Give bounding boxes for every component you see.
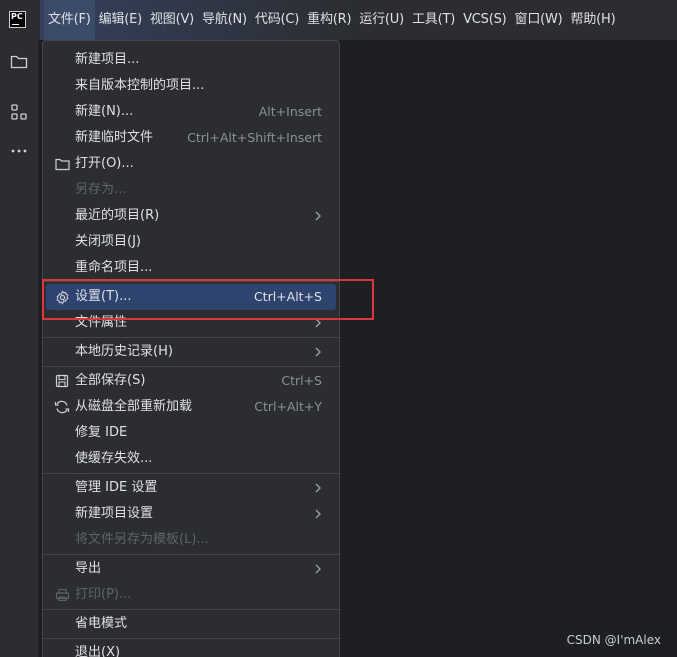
chevron-right-icon bbox=[315, 347, 321, 357]
menu-item-exit[interactable]: 退出(X) bbox=[46, 640, 336, 657]
menubar: PC 文件(F) 编辑(E) 视图(V) 导航(N) 代码(C) 重构(R) 运… bbox=[0, 0, 677, 40]
separator bbox=[43, 638, 339, 639]
menu-window[interactable]: 窗口(W) bbox=[511, 0, 567, 40]
chevron-right-icon bbox=[315, 509, 321, 519]
menu-run[interactable]: 运行(U) bbox=[355, 0, 408, 40]
menu-item-new-scratch-file[interactable]: 新建临时文件 Ctrl+Alt+Shift+Insert bbox=[46, 125, 336, 151]
separator bbox=[43, 609, 339, 610]
menu-item-open[interactable]: 打开(O)... bbox=[46, 151, 336, 177]
menu-navigate[interactable]: 导航(N) bbox=[198, 0, 251, 40]
menu-item-local-history[interactable]: 本地历史记录(H) bbox=[46, 339, 336, 365]
menu-item-export[interactable]: 导出 bbox=[46, 556, 336, 582]
save-icon bbox=[54, 373, 70, 389]
menu-item-print: 打印(P)... bbox=[46, 582, 336, 608]
file-menu-dropdown: 新建项目... 来自版本控制的项目... 新建(N)... Alt+Insert… bbox=[42, 40, 340, 657]
separator bbox=[43, 366, 339, 367]
chevron-right-icon bbox=[315, 211, 321, 221]
menu-vcs[interactable]: VCS(S) bbox=[459, 0, 510, 40]
print-icon bbox=[54, 587, 70, 603]
reload-icon bbox=[54, 399, 70, 415]
separator bbox=[43, 554, 339, 555]
menu-tools[interactable]: 工具(T) bbox=[408, 0, 459, 40]
menu-item-repair-ide[interactable]: 修复 IDE bbox=[46, 420, 336, 446]
menu-item-save-as: 另存为... bbox=[75, 182, 127, 197]
folder-icon[interactable] bbox=[9, 52, 29, 72]
menu-view[interactable]: 视图(V) bbox=[146, 0, 198, 40]
highlight-annotation bbox=[42, 279, 374, 320]
menu-item-reload-all[interactable]: 从磁盘全部重新加载 Ctrl+Alt+Y bbox=[46, 394, 336, 420]
folder-icon bbox=[54, 156, 70, 172]
menu-item-new[interactable]: 新建(N)... Alt+Insert bbox=[46, 99, 336, 125]
chevron-right-icon bbox=[315, 564, 321, 574]
app-logo: PC bbox=[9, 11, 26, 28]
watermark: CSDN @I'mAlex bbox=[566, 633, 661, 647]
menu-help[interactable]: 帮助(H) bbox=[567, 0, 620, 40]
menu-item-manage-ide-settings[interactable]: 管理 IDE 设置 bbox=[46, 475, 336, 501]
menu-item-close-project[interactable]: 关闭项目(J) bbox=[46, 229, 336, 255]
separator bbox=[43, 473, 339, 474]
tool-strip bbox=[0, 40, 39, 657]
menu-item-project-from-vcs[interactable]: 来自版本控制的项目... bbox=[46, 73, 336, 99]
separator bbox=[43, 337, 339, 338]
menu-edit[interactable]: 编辑(E) bbox=[95, 0, 146, 40]
shortcut: Ctrl+Alt+Y bbox=[254, 399, 322, 414]
menu-item-recent-projects[interactable]: 最近的项目(R) bbox=[46, 203, 336, 229]
menu-item-new-project-settings[interactable]: 新建项目设置 bbox=[46, 501, 336, 527]
menu-item-save-as-template: 将文件另存为模板(L)... bbox=[75, 532, 209, 547]
menu-code[interactable]: 代码(C) bbox=[251, 0, 303, 40]
more-icon[interactable] bbox=[9, 141, 29, 161]
menu-item-save-all[interactable]: 全部保存(S) Ctrl+S bbox=[46, 368, 336, 394]
structure-icon[interactable] bbox=[9, 102, 29, 122]
menu-items: 文件(F) 编辑(E) 视图(V) 导航(N) 代码(C) 重构(R) 运行(U… bbox=[44, 0, 619, 40]
chevron-right-icon bbox=[315, 483, 321, 493]
menu-item-rename-project[interactable]: 重命名项目... bbox=[46, 255, 336, 281]
ide-window: PC 文件(F) 编辑(E) 视图(V) 导航(N) 代码(C) 重构(R) 运… bbox=[0, 0, 677, 657]
shortcut: Alt+Insert bbox=[258, 104, 322, 119]
menu-refactor[interactable]: 重构(R) bbox=[303, 0, 355, 40]
menu-item-new-project[interactable]: 新建项目... bbox=[46, 47, 336, 73]
menu-item-power-save-mode[interactable]: 省电模式 bbox=[46, 611, 336, 637]
shortcut: Ctrl+Alt+Shift+Insert bbox=[187, 130, 322, 145]
menu-file[interactable]: 文件(F) bbox=[44, 0, 95, 40]
shortcut: Ctrl+S bbox=[281, 373, 322, 388]
menu-item-invalidate-caches[interactable]: 使缓存失效... bbox=[46, 446, 336, 472]
